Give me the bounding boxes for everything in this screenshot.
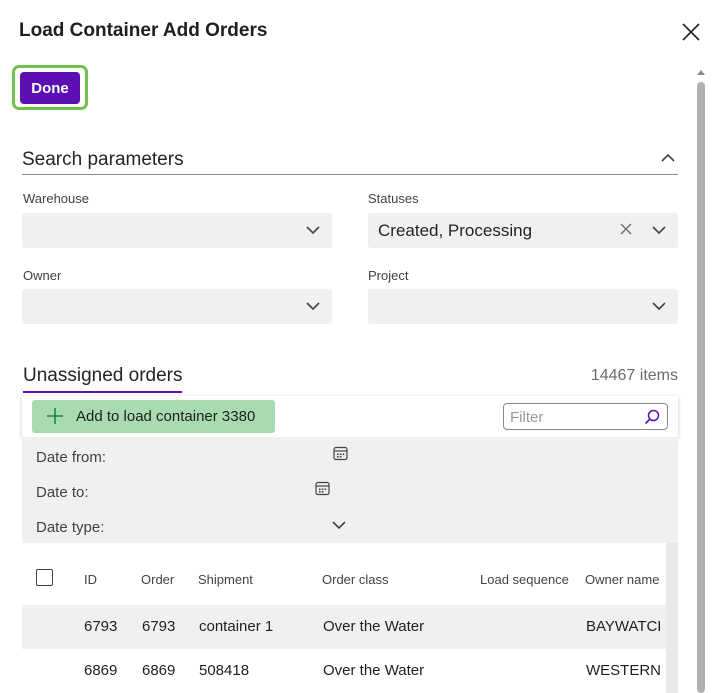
cell-shipment: container 1 [199,618,274,635]
warehouse-label: Warehouse [23,191,89,206]
clear-icon[interactable] [620,223,632,235]
close-icon[interactable] [680,21,702,43]
owner-label: Owner [23,268,62,283]
table-row[interactable]: 6793 6793 container 1 Over the Water BAY… [22,605,678,649]
date-from-label: Date from: [36,449,107,466]
add-button-label: Add to load container 3380 [76,408,256,425]
filter-field[interactable] [503,403,668,430]
filter-input[interactable] [510,407,635,427]
column-header-shipment[interactable]: Shipment [198,572,253,587]
chevron-up-icon[interactable] [660,152,676,164]
cell-order: 6869 [142,662,176,679]
items-count: 14467 items [590,367,678,384]
search-parameters-title: Search parameters [22,149,184,170]
calendar-icon[interactable] [333,446,348,461]
dialog-scrollbar[interactable] [696,68,706,693]
select-all-checkbox[interactable] [36,569,53,586]
column-header-order[interactable]: Order [141,572,174,587]
date-to-label: Date to: [36,484,89,501]
table-row[interactable]: 6869 6869 508418 Over the Water WESTERN … [22,649,678,693]
date-filters-panel: Date from: Date to: Date type: [22,437,678,543]
cell-order-class: Over the Water [323,662,425,679]
project-select[interactable] [368,289,678,324]
grid-scroll-strip[interactable] [666,543,678,693]
owner-select[interactable] [22,289,332,324]
cell-owner-name: WESTERN ALA [586,662,660,679]
orders-toolbar: Add to load container 3380 [22,396,678,437]
calendar-icon[interactable] [315,481,330,496]
statuses-label: Statuses [368,191,419,206]
plus-icon [47,408,63,424]
statuses-value: Created, Processing [378,221,533,240]
scrollbar-thumb[interactable] [697,82,705,693]
scroll-up-arrow-icon[interactable] [697,68,705,76]
chevron-down-icon[interactable] [332,520,346,530]
dialog-title: Load Container Add Orders [19,20,268,41]
column-header-owner-name[interactable]: Owner name [585,572,659,587]
chevron-down-icon [306,302,320,311]
warehouse-select[interactable] [22,213,332,248]
column-header-load-sequence[interactable]: Load sequence [480,572,569,587]
cell-order: 6793 [142,618,176,635]
add-to-load-container-button[interactable]: Add to load container 3380 [32,400,275,433]
chevron-down-icon [652,226,666,235]
column-header-order-class[interactable]: Order class [322,572,388,587]
search-icon[interactable] [644,409,660,425]
column-header-id[interactable]: ID [84,572,97,587]
cell-owner-name: BAYWATCH SE [586,618,660,635]
project-label: Project [368,268,409,283]
search-parameters-header[interactable]: Search parameters [22,147,678,175]
cell-id: 6869 [84,662,118,679]
cell-id: 6793 [84,618,118,635]
cell-shipment: 508418 [199,662,250,679]
chevron-down-icon [652,302,666,311]
tab-unassigned-orders[interactable]: Unassigned orders [23,365,183,393]
date-type-label: Date type: [36,519,105,536]
statuses-select[interactable]: Created, Processing [368,213,678,248]
chevron-down-icon [306,226,320,235]
orders-grid: ID Order Shipment Order class Load seque… [22,543,678,693]
done-button[interactable]: Done [20,72,80,104]
grid-header-row: ID Order Shipment Order class Load seque… [22,543,678,605]
cell-order-class: Over the Water [323,618,425,635]
done-button-focus-ring: Done [12,65,88,110]
